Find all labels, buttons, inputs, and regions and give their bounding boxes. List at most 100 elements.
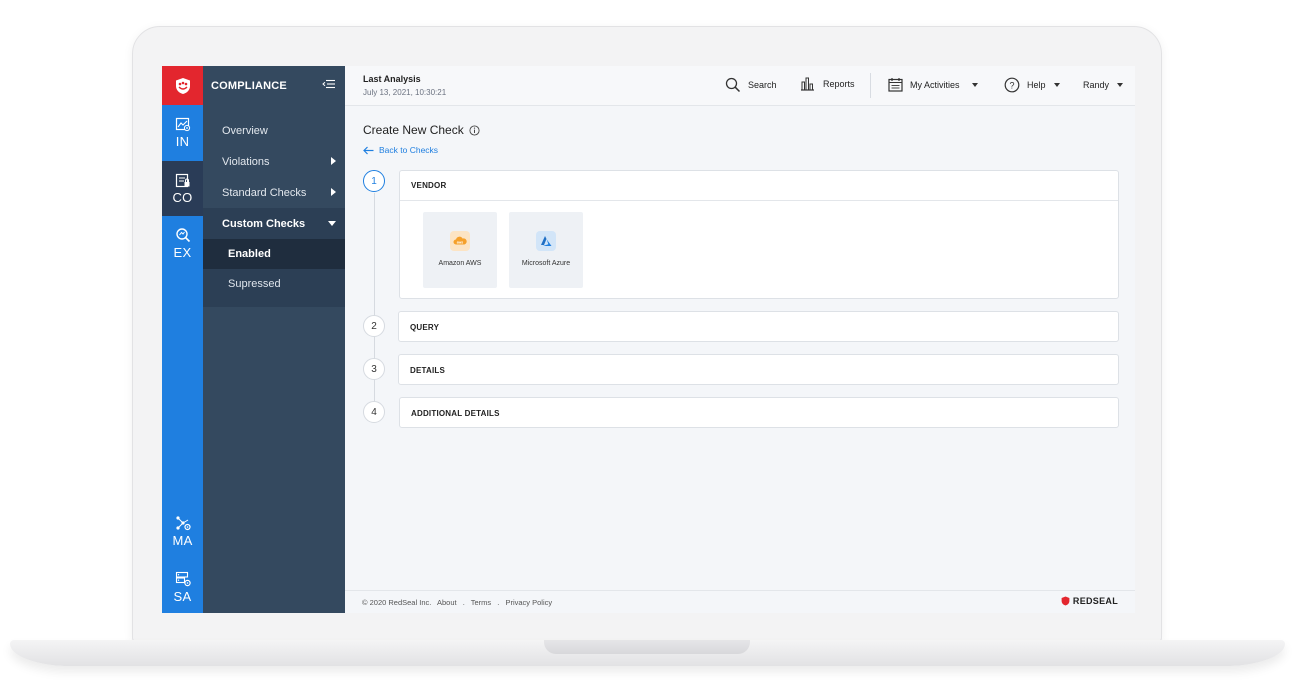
redseal-logo[interactable]: [162, 66, 203, 105]
help-icon: ?: [1004, 77, 1020, 93]
my-activities-dropdown[interactable]: My Activities: [888, 77, 978, 92]
rail-label-ma: MA: [172, 533, 193, 548]
step-query-card[interactable]: QUERY: [398, 311, 1119, 342]
step-timeline-line: [374, 193, 375, 421]
step-additional-details-card[interactable]: ADDITIONAL DETAILS: [399, 397, 1119, 428]
nav-item-overview[interactable]: Overview: [203, 115, 345, 146]
nav-item-label: Violations: [222, 155, 270, 168]
arrow-left-icon: [363, 146, 374, 154]
footer: © 2020 RedSeal Inc. About . Terms . Priv…: [345, 590, 1135, 613]
nav-item-custom-checks[interactable]: Custom Checks: [203, 208, 345, 239]
rail-label-ex: EX: [173, 245, 192, 260]
nav-header: COMPLIANCE: [203, 66, 345, 105]
insights-icon: [175, 117, 190, 131]
nav-sub-label: Supressed: [228, 278, 281, 290]
nav-sub-supressed[interactable]: Supressed: [203, 269, 345, 299]
last-analysis-date: July 13, 2021, 10:30:21: [363, 88, 447, 97]
back-to-checks-link[interactable]: Back to Checks: [363, 145, 438, 155]
rail-item-explore[interactable]: EX: [162, 216, 203, 271]
reports-icon: [801, 77, 814, 91]
chevron-right-icon: [331, 157, 336, 165]
network-map-icon: [175, 516, 191, 531]
search-icon: [725, 77, 741, 93]
search-label: Search: [748, 80, 777, 90]
search-button[interactable]: Search: [725, 77, 777, 93]
page-title: Create New Check: [363, 123, 480, 137]
about-link[interactable]: About: [437, 598, 457, 607]
rail-label-sa: SA: [173, 589, 192, 604]
step-number-3: 3: [363, 358, 385, 380]
caret-down-icon: [971, 82, 978, 87]
my-activities-label: My Activities: [910, 79, 960, 90]
explore-icon: [175, 228, 190, 243]
rail-item-settings[interactable]: SA: [162, 560, 203, 613]
step-label: QUERY: [410, 322, 440, 332]
last-analysis-title: Last Analysis: [363, 74, 421, 84]
rail-item-insights[interactable]: IN: [162, 105, 203, 160]
rail-item-map[interactable]: MA: [162, 504, 203, 559]
azure-icon: [536, 231, 556, 251]
custom-checks-submenu: Enabled Supressed: [203, 239, 345, 307]
chevron-down-icon: [328, 221, 336, 226]
step-details-header: DETAILS: [399, 355, 1118, 385]
server-settings-icon: [175, 571, 191, 587]
footer-separator: .: [462, 598, 465, 607]
vendor-tiles: aws Amazon AWS Microsoft Azure: [400, 201, 1118, 299]
step-number-2: 2: [363, 315, 385, 337]
nav-title: COMPLIANCE: [211, 79, 287, 92]
collapse-menu-icon[interactable]: [322, 79, 335, 89]
step-label: ADDITIONAL DETAILS: [411, 408, 500, 418]
step-label: VENDOR: [411, 181, 447, 190]
vendor-tile-aws[interactable]: aws Amazon AWS: [423, 212, 497, 288]
rail-item-compliance[interactable]: CO: [162, 161, 203, 216]
svg-text:aws: aws: [457, 241, 464, 245]
compliance-icon: [175, 173, 189, 187]
step-number-1: 1: [363, 170, 385, 192]
step-vendor-header[interactable]: VENDOR: [400, 171, 1118, 201]
redseal-shield-icon: [1061, 596, 1070, 606]
topbar-divider: [870, 73, 871, 98]
footer-brand-text: REDSEAL: [1072, 596, 1118, 606]
vendor-label: Amazon AWS: [438, 260, 482, 267]
redseal-shield-icon: [175, 77, 190, 94]
compliance-nav: COMPLIANCE Overview Violations Standard …: [203, 66, 345, 613]
vendor-tile-azure[interactable]: Microsoft Azure: [509, 212, 583, 288]
step-details-card[interactable]: DETAILS: [398, 354, 1119, 385]
nav-item-violations[interactable]: Violations: [203, 146, 345, 177]
footer-separator: .: [497, 598, 500, 607]
user-name: Randy: [1083, 80, 1110, 90]
nav-sub-enabled[interactable]: Enabled: [203, 239, 345, 269]
app-screen: IN CO EX MA SA COMPLIANCE Overview Viola…: [162, 66, 1135, 613]
calendar-icon: [888, 78, 903, 92]
step-additional-details-header: ADDITIONAL DETAILS: [400, 398, 1118, 428]
step-query-header: QUERY: [399, 312, 1118, 342]
top-bar: Last Analysis July 13, 2021, 10:30:21 Se…: [345, 66, 1135, 106]
laptop-notch: [544, 640, 750, 654]
rail-label-in: IN: [175, 133, 190, 149]
chevron-right-icon: [331, 188, 336, 196]
info-icon[interactable]: [469, 124, 480, 136]
nav-item-standard-checks[interactable]: Standard Checks: [203, 177, 345, 208]
module-rail: IN CO EX MA SA: [162, 66, 203, 613]
reports-button[interactable]: Reports: [800, 77, 855, 91]
caret-down-icon: [1053, 83, 1060, 87]
footer-links: © 2020 RedSeal Inc. About . Terms . Priv…: [362, 598, 556, 607]
vendor-label: Microsoft Azure: [521, 260, 571, 267]
nav-sub-label: Enabled: [228, 248, 271, 260]
privacy-policy-link[interactable]: Privacy Policy: [505, 598, 552, 607]
nav-item-label: Custom Checks: [222, 217, 306, 230]
svg-text:?: ?: [1009, 80, 1014, 90]
main-content: Last Analysis July 13, 2021, 10:30:21 Se…: [345, 66, 1135, 613]
terms-link[interactable]: Terms: [471, 598, 491, 607]
reports-label: Reports: [823, 79, 855, 89]
back-link-label: Back to Checks: [379, 145, 439, 155]
nav-item-label: Standard Checks: [222, 186, 307, 199]
step-vendor-card: VENDOR aws Amazon AWS Microsoft Azure: [399, 170, 1119, 299]
nav-item-label: Overview: [222, 124, 268, 137]
help-label: Help: [1027, 80, 1046, 90]
user-menu-dropdown[interactable]: Randy: [1083, 80, 1124, 90]
footer-brand-logo: REDSEAL: [1061, 596, 1118, 606]
help-dropdown[interactable]: ? Help: [1004, 77, 1060, 93]
step-label: DETAILS: [410, 365, 446, 375]
step-number-4: 4: [363, 401, 385, 423]
